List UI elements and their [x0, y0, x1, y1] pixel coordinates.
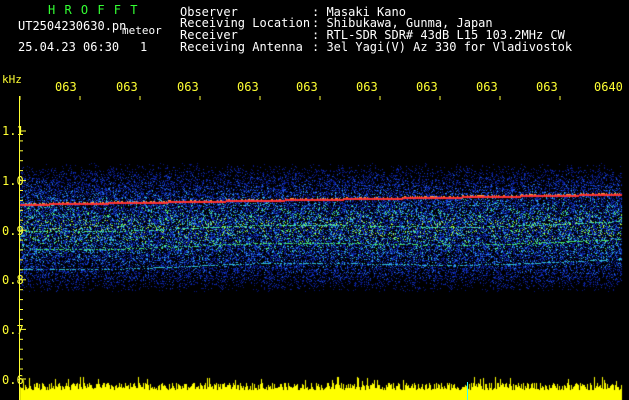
spectrogram — [0, 0, 629, 400]
counter-label: 1 — [140, 40, 148, 54]
datetime-label: 25.04.23 06:30 — [18, 40, 120, 54]
time-tick-label: 063 — [476, 80, 498, 94]
time-tick-label: 063 — [416, 80, 438, 94]
time-tick-label: 063 — [356, 80, 378, 94]
hrofft-screen: H R O F F T UT2504230630.pn meteor 25.04… — [0, 0, 629, 400]
brand-title: H R O F F T — [48, 3, 139, 17]
field-value-antenna: : 3el Yagi(V) Az 330 for Vladivostok — [312, 40, 573, 54]
time-tick-label: 063 — [177, 80, 199, 94]
time-tick-label: 063 — [536, 80, 558, 94]
freq-tick-label: 1.0 — [2, 174, 24, 188]
freq-tick-label: 0.8 — [2, 273, 24, 287]
time-tick-label: 063 — [296, 80, 318, 94]
spectrogram-noise-image — [0, 0, 629, 400]
time-tick-label: 0640 — [594, 80, 623, 94]
time-tick-label: 063 — [55, 80, 77, 94]
freq-unit-label: kHz — [2, 73, 22, 86]
freq-tick-label: 0.7 — [2, 323, 24, 337]
freq-tick-label: 1.1 — [2, 124, 24, 138]
freq-tick-label: 0.6 — [2, 373, 24, 387]
mode-label: meteor — [122, 24, 162, 37]
time-tick-label: 063 — [116, 80, 138, 94]
time-tick-label: 063 — [237, 80, 259, 94]
field-label-antenna: Receiving Antenna — [180, 40, 303, 54]
freq-tick-label: 0.9 — [2, 224, 24, 238]
filename-label: UT2504230630.pn — [18, 19, 127, 33]
